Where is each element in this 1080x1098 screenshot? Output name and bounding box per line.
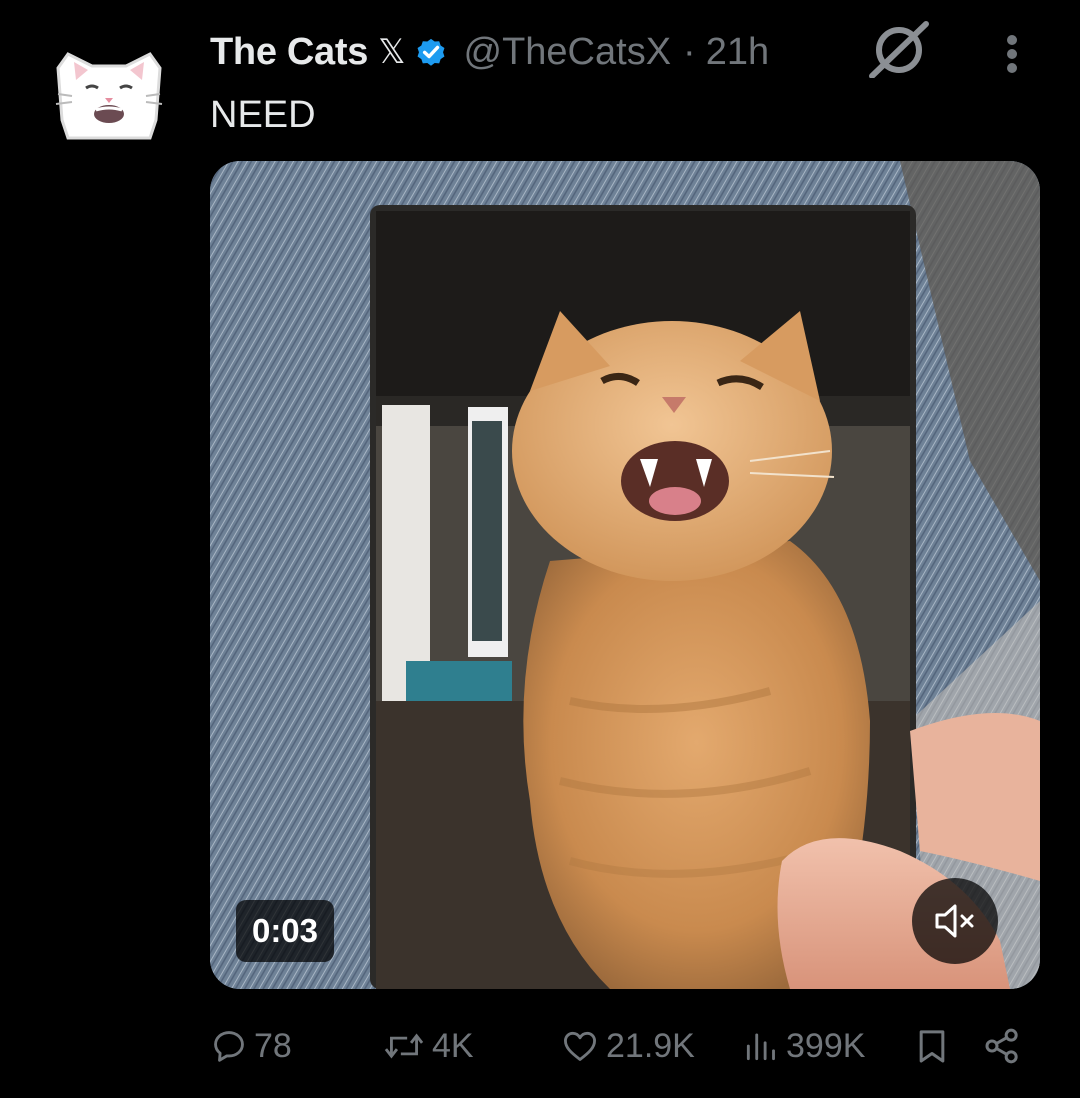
share-icon — [985, 1028, 1018, 1064]
views-chart-icon — [746, 1033, 775, 1061]
reply-count: 78 — [254, 1026, 292, 1065]
avatar[interactable] — [52, 50, 166, 142]
speaker-muted-icon — [935, 904, 974, 938]
reply-button[interactable]: 78 — [210, 1018, 292, 1074]
bookmark-icon — [919, 1030, 945, 1063]
video-player[interactable] — [210, 161, 1040, 989]
bookmark-button[interactable] — [912, 1018, 952, 1074]
cat-avatar-image — [55, 52, 163, 140]
like-count: 21.9K — [606, 1026, 695, 1065]
verified-badge-icon — [417, 38, 444, 66]
repost-icon — [384, 1033, 424, 1059]
separator-dot: · — [683, 30, 696, 73]
repost-button[interactable]: 4K — [382, 1018, 474, 1074]
author-name[interactable]: The Cats — [210, 31, 368, 74]
grok-icon[interactable] — [866, 20, 932, 78]
heart-icon — [564, 1031, 596, 1061]
reply-icon — [214, 1031, 244, 1062]
mute-toggle-button[interactable] — [912, 878, 998, 964]
share-button[interactable] — [982, 1018, 1022, 1074]
views-count: 399K — [786, 1026, 866, 1065]
action-bar: 78 4K 21.9K 399K — [0, 1018, 1080, 1074]
tweet-timestamp[interactable]: 21h — [706, 31, 769, 74]
video-duration-badge: 0:03 — [236, 900, 334, 962]
video-frame-image — [210, 161, 1040, 989]
more-options-icon[interactable] — [994, 30, 1030, 78]
views-button[interactable]: 399K — [742, 1018, 865, 1074]
tweet-text: NEED — [210, 94, 316, 136]
author-handle[interactable]: @TheCatsX — [464, 31, 672, 74]
x-logo-icon: 𝕏 — [378, 33, 406, 71]
like-button[interactable]: 21.9K — [560, 1018, 695, 1074]
repost-count: 4K — [432, 1026, 474, 1065]
tweet-header: The Cats 𝕏 @TheCatsX · 21h — [210, 28, 769, 76]
